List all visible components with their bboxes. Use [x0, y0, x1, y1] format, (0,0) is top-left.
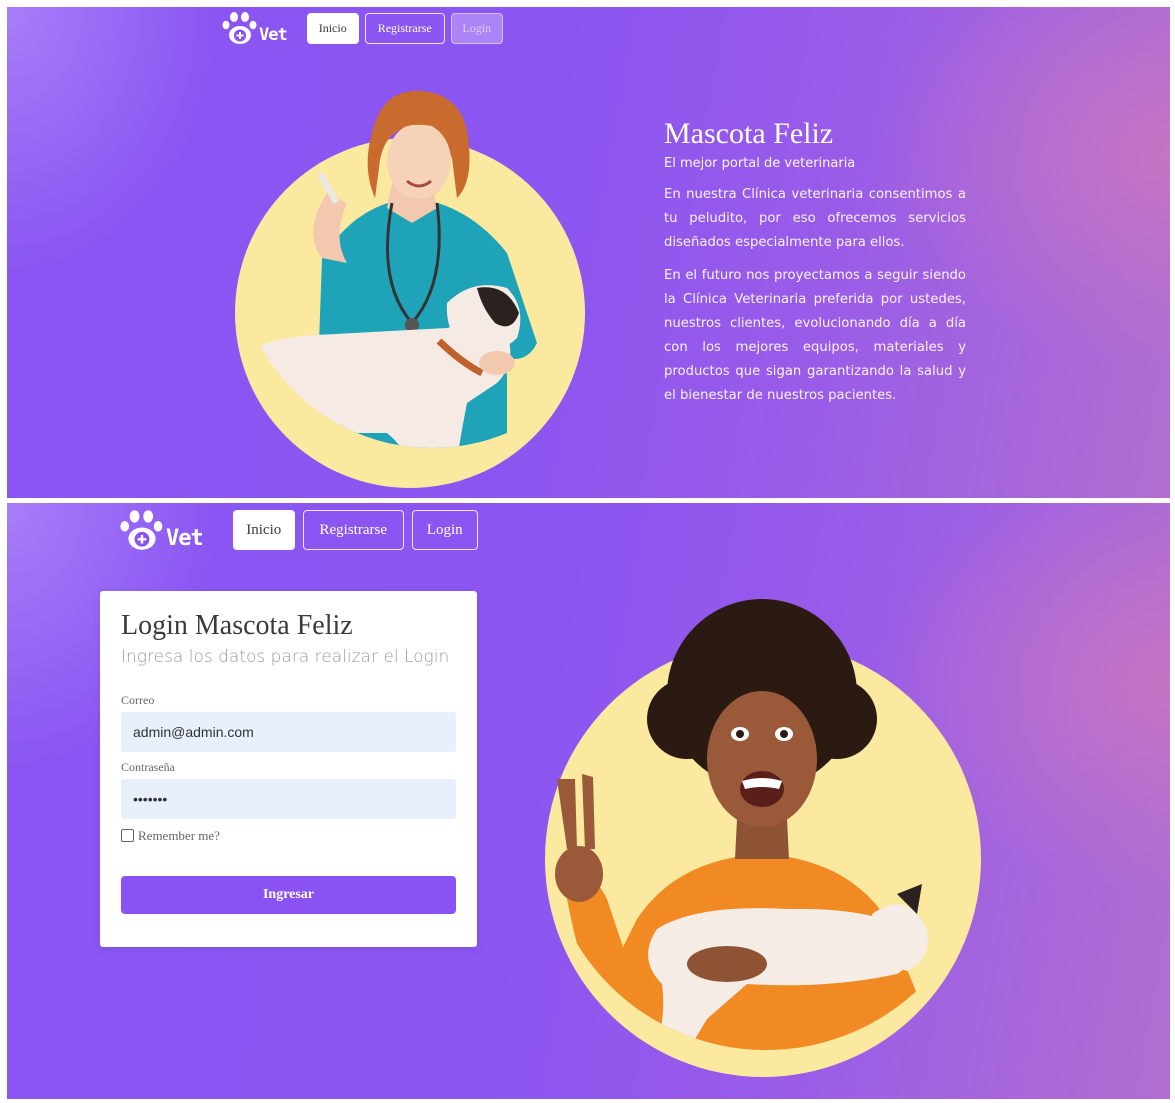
top-nav: Vet Inicio Registrarse Login [222, 11, 503, 45]
remember-me-label[interactable]: Remember me? [138, 828, 220, 844]
woman-holding-puppy-photo [545, 599, 981, 1077]
logo[interactable]: Vet [119, 509, 204, 551]
paw-plus-icon [120, 510, 163, 550]
nav-registrarse-button[interactable]: Registrarse [302, 510, 404, 550]
password-label: Contraseña [121, 759, 175, 774]
veterinarian-with-dog-photo [226, 90, 585, 488]
hero-paragraph: En el futuro nos proyectamos a seguir si… [664, 268, 966, 403]
logo-text: Vet [259, 25, 288, 45]
password-field[interactable] [121, 778, 456, 819]
hero-title: Mascota Feliz [664, 117, 834, 150]
nav-inicio-button[interactable]: Inicio [306, 12, 359, 44]
logo-text: Vet [166, 526, 204, 551]
nav-login-button[interactable]: Login [450, 12, 503, 44]
nav-login-button[interactable]: Login [411, 510, 478, 550]
login-title: Login Mascota Feliz [121, 610, 353, 641]
hero-paragraph: En nuestra Clínica veterinaria consentim… [664, 187, 966, 250]
login-subtitle: Ingresa los datos para realizar el Login [121, 646, 450, 667]
email-label: Correo [121, 692, 155, 707]
remember-me-checkbox[interactable] [121, 829, 134, 843]
logo[interactable]: Vet [222, 11, 288, 45]
remember-me-row: Remember me? [121, 828, 456, 844]
ingresar-button[interactable]: Ingresar [121, 875, 456, 914]
hero-subtitle: El mejor portal de veterinaria [664, 156, 856, 171]
email-field[interactable] [121, 711, 456, 752]
home-screen: Vet Inicio Registrarse Login Mascota Fel… [7, 7, 1170, 498]
nav-registrarse-button[interactable]: Registrarse [364, 12, 445, 44]
hero-text-block: Mascota Feliz El mejor portal de veterin… [664, 117, 966, 408]
paw-plus-icon [222, 12, 257, 44]
login-card: Login Mascota Feliz Ingresa los datos pa… [100, 591, 477, 947]
top-nav: Vet Inicio Registrarse Login [119, 507, 478, 553]
login-screen: Vet Inicio Registrarse Login Login Masco… [7, 503, 1170, 1099]
nav-inicio-button[interactable]: Inicio [232, 510, 295, 550]
